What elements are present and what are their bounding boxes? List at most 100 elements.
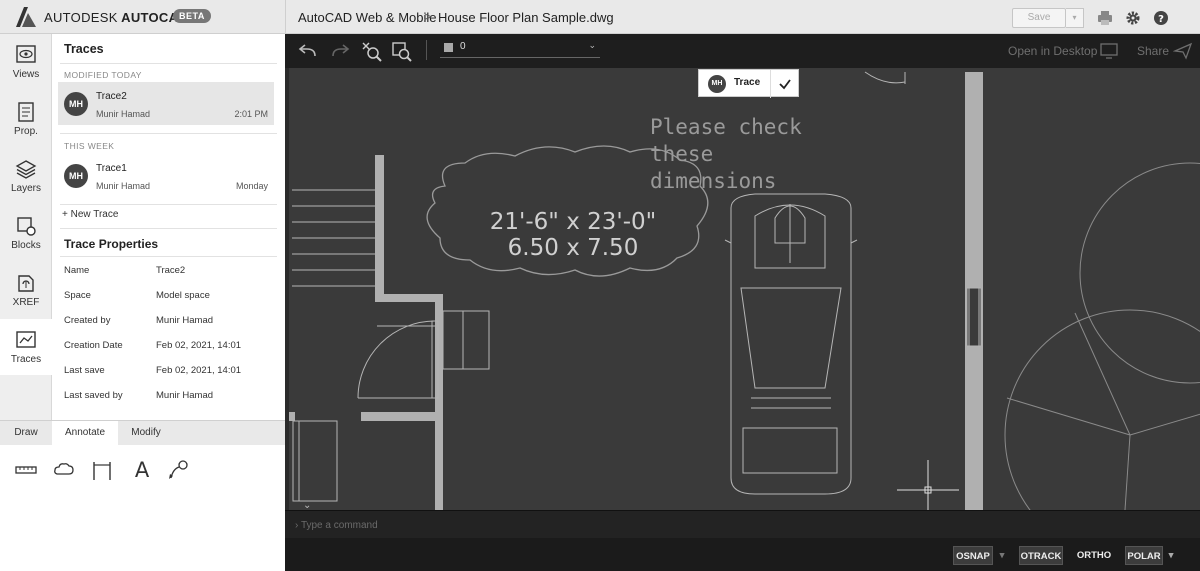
rail-item-views[interactable]: Views [0,34,52,90]
section-label-modified-today: MODIFIED TODAY [64,70,142,80]
help-icon[interactable]: ? [1153,10,1169,26]
blocks-icon [17,217,36,236]
drawing-canvas[interactable]: Please check these dimensions 21'-6" x 2… [285,68,1200,510]
layers-icon [15,160,37,179]
toolbar-divider [426,40,427,60]
stairs [292,189,380,287]
canvas-left-edge [285,68,289,510]
command-input[interactable]: › Type a command [295,520,378,531]
tool-tabbar: Draw Annotate Modify [0,421,285,445]
floor-plan-drawing: Please check these dimensions 21'-6" x 2… [285,71,1200,510]
crosshair-cursor [897,460,959,510]
properties-icon [18,102,34,122]
cloud-text-line1: 21'-6" x 23'-0" [490,209,656,235]
save-button[interactable]: Save [1012,8,1066,28]
prop-key-name: Name [64,265,90,276]
divider [60,63,277,64]
prop-key-last-save: Last save [64,365,105,376]
trace-properties-title: Trace Properties [64,237,159,251]
trace-author: Munir Hamad [96,109,151,119]
osnap-toggle[interactable]: OSNAP [953,546,993,565]
ortho-toggle[interactable]: ORTHO [1075,546,1113,565]
trace-date: 2:01 PM [234,109,268,119]
settings-gear-icon[interactable] [1125,10,1141,26]
rail-label-blocks: Blocks [11,240,41,251]
autodesk-logo-icon [16,7,36,27]
rail-label-properties: Prop. [14,126,38,137]
divider [60,228,277,229]
markup-note-line1: Please check [650,115,802,139]
layer-name: 0 [460,41,466,52]
otrack-toggle[interactable]: OTRACK [1019,546,1063,565]
traces-icon [16,331,36,348]
print-icon[interactable] [1097,10,1113,26]
undo-icon[interactable] [297,41,319,61]
command-placeholder: Type a command [300,520,378,531]
text-icon[interactable]: A [130,458,154,482]
osnap-dropdown-icon[interactable]: ▾ [999,546,1005,565]
trace-name: Trace1 [96,163,127,174]
prop-value-last-save: Feb 02, 2021, 14:01 [156,365,242,376]
prop-key-space: Space [64,290,91,301]
save-dropdown-button[interactable]: ▾ [1066,8,1084,28]
rail-label-traces: Traces [10,354,42,365]
chip-divider [770,70,771,98]
trace-chip-label: Trace [734,77,761,88]
rail-label-layers: Layers [10,183,41,194]
prop-value-created-by: Munir Hamad [156,315,214,326]
rail-item-layers[interactable]: Layers [0,148,52,204]
polar-dropdown-icon[interactable]: ▾ [1167,546,1175,565]
trace-list-item[interactable]: MH Trace2 Munir Hamad 2:01 PM [58,82,274,125]
new-trace-button[interactable]: + New Trace [62,209,118,220]
titlebar-divider [285,0,286,34]
prop-key-created-by: Created by [64,315,111,326]
car-symbol [724,193,858,495]
prop-value-name: Trace2 [156,265,186,276]
left-rail: Views Prop. Layers Blocks XREF Traces [0,34,52,420]
breadcrumb-separator: > [424,9,432,24]
divider [60,133,277,134]
cloud-icon[interactable] [52,458,76,482]
prop-key-last-saved-by: Last saved by [64,390,123,401]
open-in-desktop-button[interactable]: Open in Desktop [1008,44,1097,58]
beta-badge: BETA [173,9,211,23]
rail-item-blocks[interactable]: Blocks [0,205,52,261]
divider [60,256,277,257]
share-button[interactable]: Share [1137,44,1169,58]
zoom-window-icon[interactable] [391,41,413,63]
avatar: MH [64,92,88,116]
redo-icon[interactable] [329,41,351,61]
markup-note-line3: dimensions [650,169,776,193]
layer-dropdown[interactable]: 0 ⌄ [440,40,600,58]
rail-item-xref[interactable]: XREF [0,262,52,318]
monitor-icon [1100,43,1118,59]
polar-toggle[interactable]: POLAR [1125,546,1163,565]
trace-author: Munir Hamad [96,181,151,191]
dimension-icon[interactable] [90,458,114,482]
xref-icon [18,275,34,292]
tab-modify[interactable]: Modify [118,421,174,445]
tab-annotate[interactable]: Annotate [52,421,118,445]
tab-draw[interactable]: Draw [0,421,52,445]
breadcrumb-app[interactable]: AutoCAD Web & Mobile [298,10,437,25]
checkmark-icon[interactable] [778,77,792,91]
app-brand: AUTODESK AUTOCAD [44,10,188,25]
leader-icon[interactable] [166,458,190,482]
zoom-extents-icon[interactable] [361,41,383,63]
traces-panel: Traces MODIFIED TODAY MH Trace2 Munir Ha… [52,34,285,420]
markup-note-line2: these [650,142,713,166]
prop-value-space: Model space [156,290,210,301]
trace-list-item[interactable]: MH Trace1 Munir Hamad Monday [58,154,274,197]
title-bar: AUTODESK AUTOCAD BETA AutoCAD Web & Mobi… [0,0,1200,34]
ruler-icon[interactable] [14,458,38,482]
breadcrumb-file: House Floor Plan Sample.dwg [438,10,614,25]
command-line[interactable]: › Type a command [285,510,1200,538]
send-icon [1173,42,1193,60]
rail-item-traces[interactable]: Traces [0,319,52,375]
rail-item-properties[interactable]: Prop. [0,91,52,147]
divider [60,204,277,205]
prop-value-last-saved-by: Munir Hamad [156,390,214,401]
active-trace-chip[interactable]: MH Trace [698,69,799,98]
eye-icon [16,45,36,63]
scroll-down-icon[interactable]: ⌄ [303,500,311,510]
